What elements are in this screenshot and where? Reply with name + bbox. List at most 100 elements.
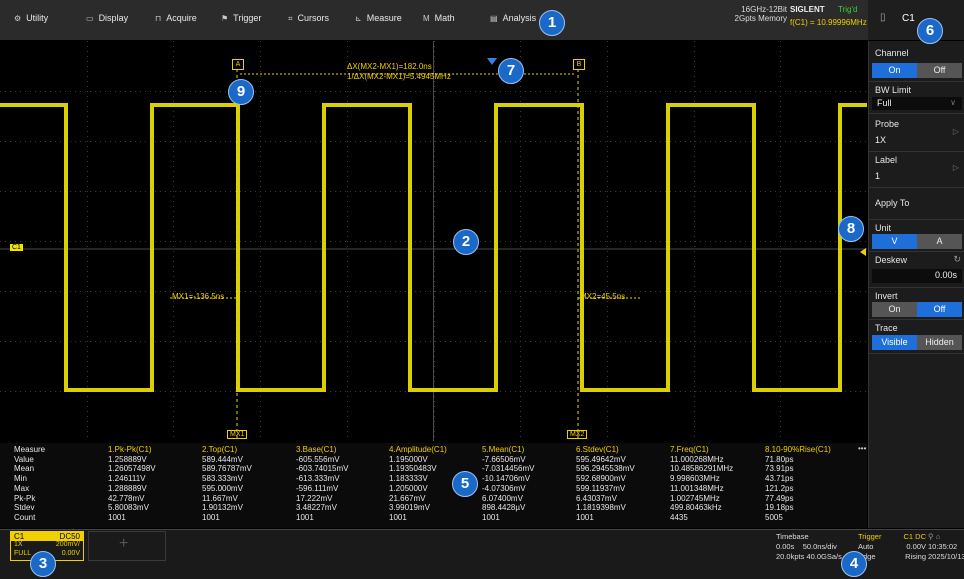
- measure-cell: 1.183333V: [389, 474, 428, 484]
- cursors-icon: ⌗: [288, 14, 293, 23]
- channel-settings-panel: Channel On Off BW Limit Full ∨ Probe 1X …: [868, 41, 964, 528]
- trace-hidden-button[interactable]: Hidden: [917, 335, 962, 350]
- measure-cell: 3.48227mV: [296, 503, 337, 513]
- callout-badge: 3: [30, 551, 56, 577]
- measure-cell: 3.99019mV: [389, 503, 430, 513]
- cursor-a-tag[interactable]: A: [232, 59, 244, 70]
- deskew-section: Deskew ↻ 0.00s: [869, 251, 964, 288]
- measure-row-label: Mean: [14, 464, 35, 474]
- gear-icon: ⚙: [14, 14, 22, 23]
- invert-on-button[interactable]: On: [872, 302, 917, 317]
- menu-math[interactable]: M Math: [423, 13, 455, 27]
- network-icon: ⚲ ⌂: [928, 532, 941, 541]
- measurement-table[interactable]: Measure 1.Pk-Pk(C1) 2.Top(C1) 3.Base(C1) 4.A…: [0, 443, 867, 528]
- measure-cell: 21.667mV: [389, 493, 426, 503]
- callout-badge: 7: [498, 58, 524, 84]
- callout-badge: 2: [453, 229, 479, 255]
- menu-trigger[interactable]: ⚑ Trigger: [221, 13, 261, 27]
- measure-cell: 6.43037mV: [576, 493, 617, 503]
- timebase-info[interactable]: Timebase 0.00s 50.0ns/div 20.0kpts 40.0G…: [776, 532, 842, 562]
- measure-header: 1.Pk-Pk(C1): [108, 445, 152, 454]
- measure-cell: -7.66506mV: [482, 454, 526, 464]
- trash-icon: ▯: [880, 12, 886, 23]
- mx1-tag[interactable]: MX1: [227, 430, 248, 439]
- measure-cell: 71.80ps: [765, 454, 794, 464]
- measure-header: 6.Stdev(C1): [576, 445, 619, 454]
- cursor-delta-readout: ΔX(MX2-MX1)=182.0ns 1/ΔX(MX2-MX1)=5.4945…: [347, 62, 451, 81]
- unit-v-button[interactable]: V: [872, 234, 917, 249]
- measure-cell: 1.246111V: [108, 474, 146, 484]
- measure-icon: ⊾: [355, 14, 362, 23]
- invert-off-button[interactable]: Off: [917, 302, 962, 317]
- menu-acquire[interactable]: ⊓ Acquire: [155, 13, 197, 27]
- unit-a-button[interactable]: A: [917, 234, 962, 249]
- bw-limit-select[interactable]: Full ∨: [872, 97, 962, 110]
- measure-cell: 77.49ps: [765, 493, 794, 503]
- math-icon: M: [423, 14, 430, 23]
- label-section[interactable]: Label 1 ▷: [869, 151, 964, 188]
- measure-cell: -10.14706mV: [482, 474, 531, 484]
- menu-cursors[interactable]: ⌗ Cursors: [288, 13, 329, 27]
- trigger-level-marker[interactable]: [860, 248, 866, 256]
- callout-badge: 4: [841, 551, 867, 577]
- cursor-b-tag[interactable]: B: [573, 59, 585, 70]
- measure-cell: -605.556mV: [296, 454, 340, 464]
- bandwidth-info: 16GHz-12Bit 2Gpts Memory: [734, 5, 787, 23]
- measure-cell: 1.288889V: [108, 483, 147, 493]
- channel-section: Channel On Off: [869, 41, 964, 82]
- measure-cell: 73.91ps: [765, 464, 794, 474]
- frequency-counter: f(C1) = 10.99996MHz: [790, 18, 867, 27]
- chevron-down-icon: ∨: [950, 98, 956, 107]
- measure-header: 3.Base(C1): [296, 445, 337, 454]
- measure-cell: 11.001348MHz: [670, 483, 724, 493]
- measure-cell: 6.07400mV: [482, 493, 523, 503]
- measure-cell: 1001: [482, 512, 500, 522]
- measure-title: Measure: [14, 445, 46, 454]
- probe-section[interactable]: Probe 1X ▷: [869, 113, 964, 152]
- clock: ⚲ ⌂ 10:35:02 2025/10/13: [928, 532, 964, 561]
- trace-visible-button[interactable]: Visible: [872, 335, 917, 350]
- invert-toggle[interactable]: On Off: [872, 302, 962, 317]
- menu-display[interactable]: ▭ Display: [86, 13, 128, 27]
- channel-name: C1: [902, 13, 915, 24]
- measure-cell: 589.444mV: [202, 454, 243, 464]
- apply-to-section[interactable]: Apply To: [869, 187, 964, 220]
- channel-header[interactable]: ▯ C1: [868, 0, 964, 40]
- menu-utility[interactable]: ⚙ Utility: [14, 13, 48, 27]
- measure-cell: 5.80083mV: [108, 503, 149, 513]
- unit-toggle[interactable]: V A: [872, 234, 962, 249]
- measure-cell: 1.90132mV: [202, 503, 243, 513]
- callout-badge: 1: [539, 10, 565, 36]
- deskew-input[interactable]: 0.00s: [872, 269, 962, 283]
- channel-offset-marker[interactable]: C1: [10, 244, 23, 251]
- measure-cell: 17.222mV: [296, 493, 333, 503]
- bw-limit-section[interactable]: BW Limit Full ∨: [869, 81, 964, 114]
- measure-cell: 1001: [389, 512, 407, 522]
- measure-header: 4.Amplitude(C1): [389, 445, 447, 454]
- trigger-info[interactable]: Trigger C1 DC Auto 0.00V Edge Rising: [858, 532, 926, 562]
- measure-cell: 499.80463kHz: [670, 503, 722, 513]
- channel-toggle[interactable]: On Off: [872, 63, 962, 78]
- menu-measure[interactable]: ⊾ Measure: [355, 13, 402, 27]
- menu-analysis[interactable]: ▤ Analysis: [490, 13, 536, 27]
- measure-cell: 583.333mV: [202, 474, 243, 484]
- waveform-display[interactable]: [0, 41, 867, 441]
- add-channel-button[interactable]: +: [88, 531, 166, 561]
- callout-badge: 8: [838, 216, 864, 242]
- trace-section: Trace Visible Hidden: [869, 319, 964, 354]
- channel-on-button[interactable]: On: [872, 63, 917, 78]
- callout-badge: 6: [917, 18, 943, 44]
- measure-header: 5.Mean(C1): [482, 445, 525, 454]
- more-options-icon[interactable]: •••: [858, 444, 866, 453]
- measure-cell: 589.76787mV: [202, 464, 252, 474]
- measure-cell: 43.71ps: [765, 474, 794, 484]
- trigger-position-marker[interactable]: [487, 58, 497, 65]
- measure-header: 8.10-90%Rise(C1): [765, 445, 831, 454]
- measure-cell: 1.26057498V: [108, 464, 156, 474]
- channel-off-button[interactable]: Off: [917, 63, 962, 78]
- trace-toggle[interactable]: Visible Hidden: [872, 335, 962, 350]
- mx2-tag[interactable]: MX2: [567, 430, 588, 439]
- measure-row-label: Pk-Pk: [14, 493, 36, 503]
- measure-cell: -596.111mV: [296, 483, 339, 493]
- reset-icon[interactable]: ↻: [953, 254, 961, 265]
